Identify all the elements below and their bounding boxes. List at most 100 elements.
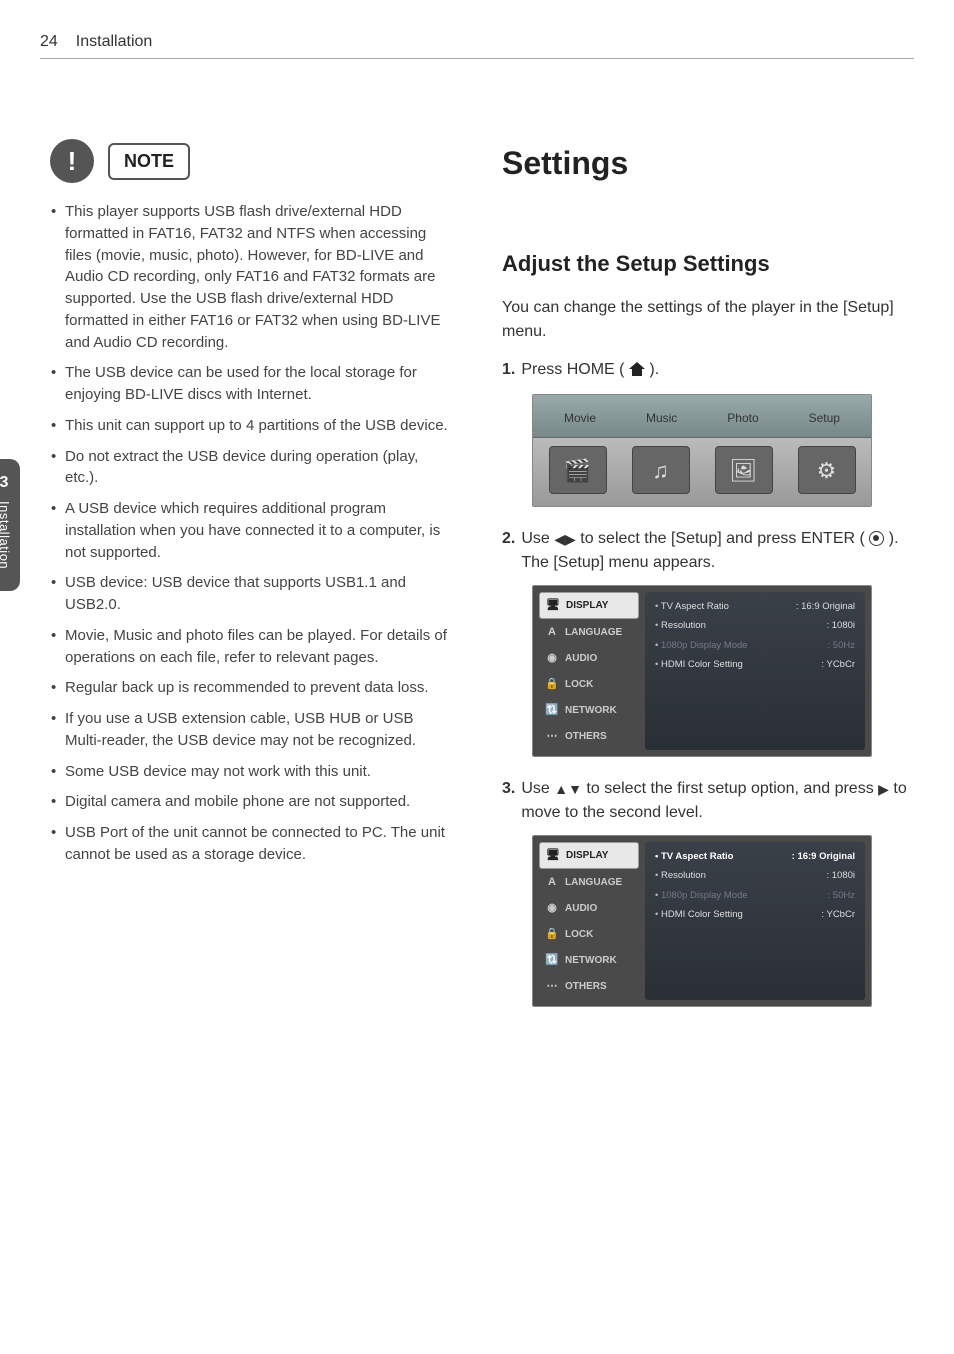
intro-text: You can change the settings of the playe… bbox=[502, 296, 914, 344]
setup-option-row: Resolution : 1080i bbox=[655, 619, 855, 633]
step3-mid: to select the first setup option, and pr… bbox=[586, 780, 878, 797]
setup-option-label: Resolution bbox=[655, 619, 706, 633]
right-arrow-icon: ▶ bbox=[878, 779, 889, 800]
side-tab: 3 Installation bbox=[0, 459, 20, 591]
page-section: Installation bbox=[76, 30, 153, 54]
setup-option-row: TV Aspect Ratio : 16:9 Original bbox=[655, 600, 855, 614]
network-icon: 🔃 bbox=[545, 954, 559, 968]
setup-options: TV Aspect Ratio : 16:9 Original Resolution… bbox=[645, 592, 865, 750]
step-text: Use ◀▶ to select the [Setup] and press E… bbox=[521, 527, 914, 575]
note-item: This player supports USB flash drive/ext… bbox=[65, 201, 452, 353]
note-item: USB Port of the unit cannot be connected… bbox=[65, 822, 452, 866]
setup-option-label: 1080p Display Mode bbox=[655, 639, 748, 653]
enter-icon bbox=[869, 531, 884, 546]
setup-tab-others: ⋯OTHERS bbox=[539, 724, 639, 749]
step-1: 1. Press HOME ( ). bbox=[502, 358, 914, 384]
network-icon: 🔃 bbox=[545, 704, 559, 718]
step-2: 2. Use ◀▶ to select the [Setup] and pres… bbox=[502, 527, 914, 575]
setup-option-value: : 1080i bbox=[826, 869, 855, 883]
home-label: Photo bbox=[727, 405, 758, 431]
step-number: 3. bbox=[502, 777, 515, 825]
note-item: Movie, Music and photo files can be play… bbox=[65, 625, 452, 669]
setup-tab-display: 🖥DISPLAY bbox=[539, 592, 639, 619]
setup-tab-display: 🖥DISPLAY bbox=[539, 842, 639, 869]
setup-option-row: TV Aspect Ratio : 16:9 Original bbox=[655, 850, 855, 864]
setup-option-value: : YCbCr bbox=[821, 658, 855, 672]
setup-tab-network: 🔃NETWORK bbox=[539, 698, 639, 723]
setup-option-value: : 50Hz bbox=[828, 889, 855, 903]
left-right-icon: ◀▶ bbox=[554, 529, 576, 550]
setup-option-row: 1080p Display Mode : 50Hz bbox=[655, 889, 855, 903]
audio-icon: ◉ bbox=[545, 652, 559, 666]
side-tab-text: Installation bbox=[0, 501, 14, 569]
setup-option-label: HDMI Color Setting bbox=[655, 658, 743, 672]
movie-tile-icon: 🎬 bbox=[549, 446, 607, 494]
lock-icon: 🔒 bbox=[545, 928, 559, 942]
setup-option-row: Resolution: 1080i bbox=[655, 869, 855, 883]
setup-tab-audio: ◉AUDIO bbox=[539, 896, 639, 921]
setup-options: TV Aspect Ratio : 16:9 Original Resolution… bbox=[645, 842, 865, 1000]
subhead: Adjust the Setup Settings bbox=[502, 247, 914, 280]
step-3: 3. Use ▲▼ to select the first setup opti… bbox=[502, 777, 914, 825]
setup-option-label: 1080p Display Mode bbox=[655, 889, 748, 903]
note-item: USB device: USB device that supports USB… bbox=[65, 572, 452, 616]
setup-tab-language: ALANGUAGE bbox=[539, 870, 639, 895]
display-icon: 🖥 bbox=[546, 599, 560, 613]
step1-post: ). bbox=[649, 361, 659, 378]
setup-option-row: 1080p Display Mode : 50Hz bbox=[655, 639, 855, 653]
note-list: This player supports USB flash drive/ext… bbox=[40, 201, 452, 866]
others-icon: ⋯ bbox=[545, 730, 559, 744]
setup-option-value: : 16:9 Original bbox=[796, 600, 855, 614]
setup-tab-lock: 🔒LOCK bbox=[539, 922, 639, 947]
setup-tab-lock: 🔒LOCK bbox=[539, 672, 639, 697]
step2-mid: to select the [Setup] and press ENTER ( bbox=[580, 530, 865, 547]
setup-option-value: : 16:9 Original bbox=[792, 850, 855, 864]
setup-option-value: : 1080i bbox=[826, 619, 855, 633]
note-item: Regular back up is recommended to preven… bbox=[65, 677, 452, 699]
setup-tab-network: 🔃NETWORK bbox=[539, 948, 639, 973]
home-label: Music bbox=[646, 405, 677, 431]
note-item: Do not extract the USB device during ope… bbox=[65, 446, 452, 490]
note-item: A USB device which requires additional p… bbox=[65, 498, 452, 563]
others-icon: ⋯ bbox=[545, 980, 559, 994]
setup-tab-audio: ◉AUDIO bbox=[539, 646, 639, 671]
settings-title: Settings bbox=[502, 139, 914, 187]
up-down-icon: ▲▼ bbox=[554, 779, 582, 800]
step-text: Use ▲▼ to select the first setup option,… bbox=[521, 777, 914, 825]
setup-option-row: HDMI Color Setting : YCbCr bbox=[655, 658, 855, 672]
note-item: If you use a USB extension cable, USB HU… bbox=[65, 708, 452, 752]
setup-option-row: HDMI Color Setting: YCbCr bbox=[655, 908, 855, 922]
home-icon bbox=[629, 360, 645, 384]
side-tab-number: 3 bbox=[0, 471, 20, 495]
step-text: Press HOME ( ). bbox=[521, 358, 914, 384]
lock-icon: 🔒 bbox=[545, 678, 559, 692]
language-icon: A bbox=[545, 876, 559, 890]
setup-sidebar: 🖥DISPLAY ALANGUAGE ◉AUDIO 🔒LOCK 🔃NETWORK… bbox=[539, 842, 639, 1000]
setup-option-label: TV Aspect Ratio bbox=[655, 600, 729, 614]
setup-option-value: : 50Hz bbox=[828, 639, 855, 653]
note-label: NOTE bbox=[108, 143, 190, 180]
setup-menu-screenshot-1: 🖥DISPLAY ALANGUAGE ◉AUDIO 🔒LOCK 🔃NETWORK… bbox=[532, 585, 872, 757]
language-icon: A bbox=[545, 626, 559, 640]
setup-option-value: : YCbCr bbox=[821, 908, 855, 922]
note-icon: ! bbox=[50, 139, 94, 183]
setup-tab-others: ⋯OTHERS bbox=[539, 974, 639, 999]
setup-tile-icon: ⚙ bbox=[798, 446, 856, 494]
note-item: Digital camera and mobile phone are not … bbox=[65, 791, 452, 813]
setup-tab-language: ALANGUAGE bbox=[539, 620, 639, 645]
home-label: Movie bbox=[564, 405, 596, 431]
step3-pre: Use bbox=[521, 780, 554, 797]
step1-pre: Press HOME ( bbox=[521, 361, 624, 378]
photo-tile-icon: 🖼 bbox=[715, 446, 773, 494]
note-item: This unit can support up to 4 partitions… bbox=[65, 415, 452, 437]
page-header: 24 Installation bbox=[40, 30, 914, 59]
note-item: Some USB device may not work with this u… bbox=[65, 761, 452, 783]
audio-icon: ◉ bbox=[545, 902, 559, 916]
setup-option-label: TV Aspect Ratio bbox=[655, 850, 733, 864]
home-label: Setup bbox=[809, 405, 840, 431]
page-number: 24 bbox=[40, 30, 58, 54]
setup-menu-screenshot-2: 🖥DISPLAY ALANGUAGE ◉AUDIO 🔒LOCK 🔃NETWORK… bbox=[532, 835, 872, 1007]
display-icon: 🖥 bbox=[546, 849, 560, 863]
home-menu-screenshot: Movie Music Photo Setup 🎬 ♫ 🖼 ⚙ bbox=[532, 394, 872, 507]
step2-pre: Use bbox=[521, 530, 554, 547]
